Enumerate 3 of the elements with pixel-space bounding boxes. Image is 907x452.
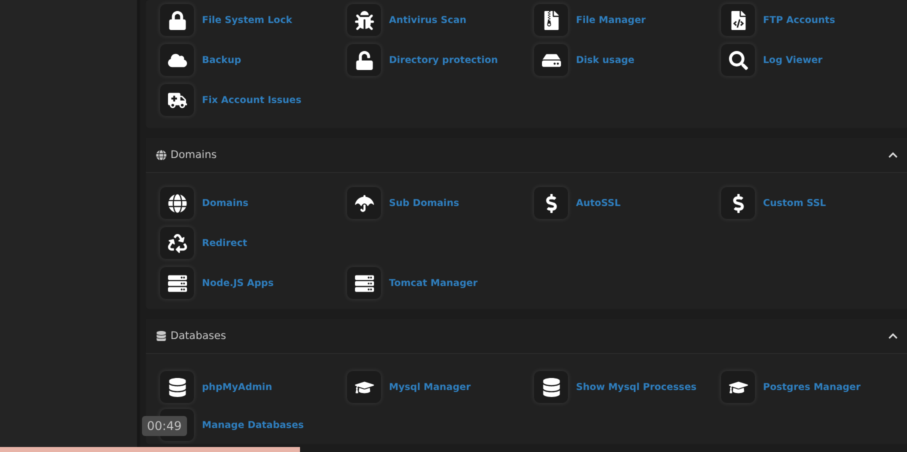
section-title: Domains — [156, 149, 217, 161]
section-title: Databases — [156, 330, 226, 342]
timer-tooltip: 00:49 — [142, 416, 187, 436]
